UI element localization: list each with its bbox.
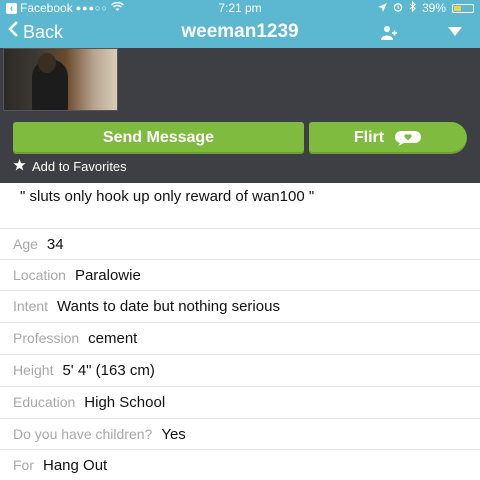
chevron-down-icon[interactable] — [448, 27, 462, 36]
profile-field-row: For Hang Out — [0, 449, 480, 480]
profile-field-row: Intent Wants to date but nothing serious — [0, 290, 480, 321]
field-label-for: For — [13, 457, 34, 473]
battery-fill — [454, 5, 461, 11]
add-to-favorites-link[interactable]: Add to Favorites — [13, 159, 127, 174]
star-icon — [13, 159, 26, 174]
battery-percent: 39% — [421, 1, 446, 15]
field-label-age: Age — [13, 236, 38, 252]
field-label-education: Education — [13, 394, 76, 410]
field-value-profession: cement — [88, 329, 138, 347]
field-value-education: High School — [84, 393, 166, 411]
field-value-children: Yes — [161, 425, 186, 443]
field-label-profession: Profession — [13, 330, 80, 346]
field-label-children: Do you have children? — [13, 426, 153, 442]
profile-field-row: Location Paralowie — [0, 259, 480, 290]
send-message-button[interactable]: Send Message — [13, 122, 304, 154]
profile-field-row: Age 34 — [0, 228, 480, 259]
field-label-height: Height — [13, 362, 54, 378]
add-to-favorites-label: Add to Favorites — [32, 159, 127, 174]
status-bar: ‹ Facebook ●●●○○ 7:21 pm 39% — [0, 0, 480, 16]
profile-options-icon[interactable] — [380, 24, 398, 40]
page-title: weeman1239 — [181, 21, 299, 42]
profile-field-row: Profession cement — [0, 322, 480, 353]
field-value-intent: Wants to date but nothing serious — [57, 297, 280, 315]
profile-field-row: Do you have children? Yes — [0, 418, 480, 449]
battery-icon — [452, 3, 474, 13]
profile-photo[interactable] — [3, 48, 118, 111]
field-label-location: Location — [13, 267, 66, 283]
field-label-intent: Intent — [13, 298, 49, 314]
field-value-location: Paralowie — [74, 266, 141, 284]
nav-bar: Back weeman1239 — [0, 16, 480, 48]
location-arrow-icon — [377, 0, 387, 16]
profile-tagline: " sluts only hook up only reward of wan1… — [20, 188, 315, 205]
alarm-icon — [393, 0, 403, 16]
field-value-age: 34 — [46, 235, 64, 253]
heart-chat-icon — [394, 130, 422, 146]
send-message-label: Send Message — [102, 129, 215, 146]
field-value-height: 5' 4" (163 cm) — [62, 361, 155, 379]
field-value-for: Hang Out — [43, 456, 108, 474]
flirt-label: Flirt — [353, 129, 385, 146]
flirt-button[interactable]: Flirt — [309, 122, 467, 154]
status-right: 39% — [377, 0, 474, 16]
profile-field-row: Education High School — [0, 386, 480, 417]
profile-field-row: Height 5' 4" (163 cm) — [0, 354, 480, 385]
bluetooth-icon — [409, 0, 416, 16]
photo-head — [38, 53, 56, 73]
